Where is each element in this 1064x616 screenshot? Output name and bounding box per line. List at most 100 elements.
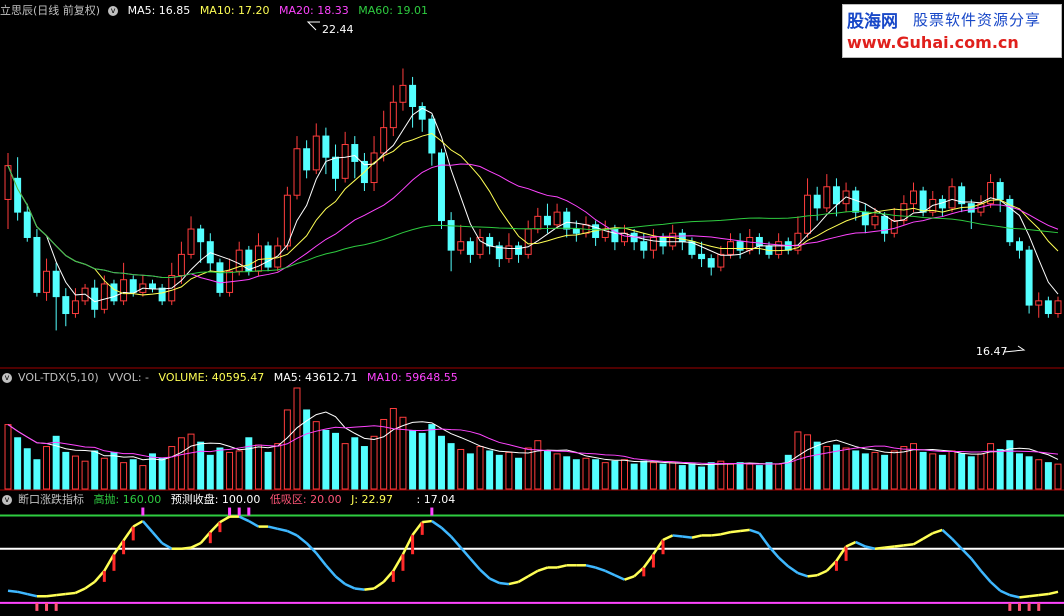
volume-bar <box>592 459 600 490</box>
volume-bar <box>659 463 667 490</box>
candle-body <box>129 279 137 293</box>
low-signal-bar <box>45 602 49 611</box>
low-price-label: 16.47 <box>976 345 1008 358</box>
volume-bar <box>120 462 128 490</box>
candle-body <box>755 236 763 247</box>
candle-body <box>351 144 359 162</box>
j-line-segment <box>1019 595 1030 599</box>
candle-body <box>640 241 648 251</box>
low-signal-bar <box>1037 602 1041 611</box>
candle-body <box>1054 300 1062 315</box>
circle-chevron-icon[interactable]: v <box>2 495 12 505</box>
candle-body <box>804 194 812 234</box>
volume-bar <box>322 429 330 490</box>
j-line-segment <box>7 589 18 594</box>
volume-bar <box>351 437 359 490</box>
ma20-label: MA20: 18.33 <box>279 4 349 17</box>
candle-body <box>399 84 407 103</box>
price-title[interactable]: 立思辰(日线 前复权) <box>0 4 100 17</box>
volume-bar <box>630 463 638 490</box>
volume-bar <box>649 462 657 490</box>
candle-body <box>149 283 156 289</box>
volume-bar <box>1035 459 1043 490</box>
volume-bar <box>534 440 542 490</box>
candle-body <box>1015 241 1023 251</box>
volume-bar <box>14 437 22 490</box>
candle-body <box>515 245 523 255</box>
j-line-segment <box>56 592 66 597</box>
volume-bar <box>245 437 253 490</box>
candle-body <box>775 241 783 255</box>
volume-bar <box>370 435 378 490</box>
candle-body <box>910 190 917 205</box>
watermark-site-name: 股海网 <box>847 12 898 32</box>
volume-bar <box>100 457 108 490</box>
j-rise-bar <box>122 540 126 555</box>
volume-bar <box>4 424 12 490</box>
low-signal-bar <box>1017 602 1021 611</box>
candle-body <box>23 211 31 238</box>
volume-bar <box>698 466 706 490</box>
volume-bar <box>948 450 956 490</box>
circle-chevron-icon[interactable]: v <box>108 6 119 16</box>
volume-bar <box>332 432 340 490</box>
circle-chevron-icon[interactable]: v <box>2 373 12 383</box>
j-rise-bar <box>218 522 222 533</box>
volume-bar <box>341 443 349 490</box>
candle-body <box>813 194 821 209</box>
volume-bar <box>62 451 70 490</box>
candle-body <box>33 236 41 293</box>
candle-body <box>110 283 118 302</box>
volume-bar <box>505 451 513 490</box>
volume-bar <box>139 465 147 490</box>
volume-bar <box>919 451 927 490</box>
candle-body <box>890 220 898 234</box>
volume-bar <box>168 446 176 490</box>
indicator-high-label: 高抛: 160.00 <box>93 493 162 506</box>
candle-body <box>669 232 677 247</box>
volume-bar <box>640 460 648 490</box>
candle-body <box>852 190 860 213</box>
candle-body <box>187 228 195 255</box>
volume-bar <box>23 448 31 490</box>
volume-bar <box>91 450 99 490</box>
candle-body <box>322 135 330 158</box>
high-price-label: 22.44 <box>322 23 354 36</box>
volume-bar <box>380 418 388 490</box>
volume-bar <box>890 450 898 490</box>
high-signal-bar <box>237 507 241 516</box>
volume-bar <box>804 434 812 490</box>
volume-title[interactable]: VOL-TDX(5,10) <box>18 371 99 384</box>
volume-bar <box>389 407 397 490</box>
j-line-segment <box>422 519 432 524</box>
candle-body <box>91 287 99 310</box>
j-rise-bar <box>131 526 135 541</box>
chart-canvas[interactable]: 22.44 16.47 <box>0 0 1064 612</box>
volume-bar <box>746 463 754 490</box>
indicator-title[interactable]: 断口涨跌指标 <box>18 493 84 506</box>
volume-bar <box>283 409 291 490</box>
volume-bar <box>43 446 51 490</box>
j-line-segment <box>682 535 693 539</box>
candle-body <box>438 152 445 222</box>
candle-body <box>71 300 79 315</box>
volume-bar <box>264 451 272 490</box>
guhai-watermark-logo: 股海网 股票软件资源分享 www.Guhai.com.cn <box>842 4 1062 58</box>
candle-body <box>341 144 349 179</box>
candle-body <box>823 186 831 209</box>
chart-window[interactable]: 22.44 16.47 立思辰(日线 前复权) v MA5: 16.85 MA10… <box>0 0 1064 612</box>
indicator-j-label: J: 22.97 <box>351 493 394 506</box>
volume-bar <box>842 447 850 490</box>
ma10-label: MA10: 17.20 <box>199 4 270 17</box>
j-rise-bar <box>661 539 665 555</box>
volume-bar <box>254 444 262 490</box>
volume-bar <box>52 435 60 490</box>
candle-body <box>235 249 243 272</box>
volume-bar <box>669 462 677 490</box>
volume-bar <box>765 462 773 490</box>
volume-bar <box>881 454 889 490</box>
volume-bar <box>158 457 166 490</box>
j-line-segment <box>1028 593 1039 598</box>
volume-bar <box>987 443 995 490</box>
volume-bar <box>409 429 417 490</box>
